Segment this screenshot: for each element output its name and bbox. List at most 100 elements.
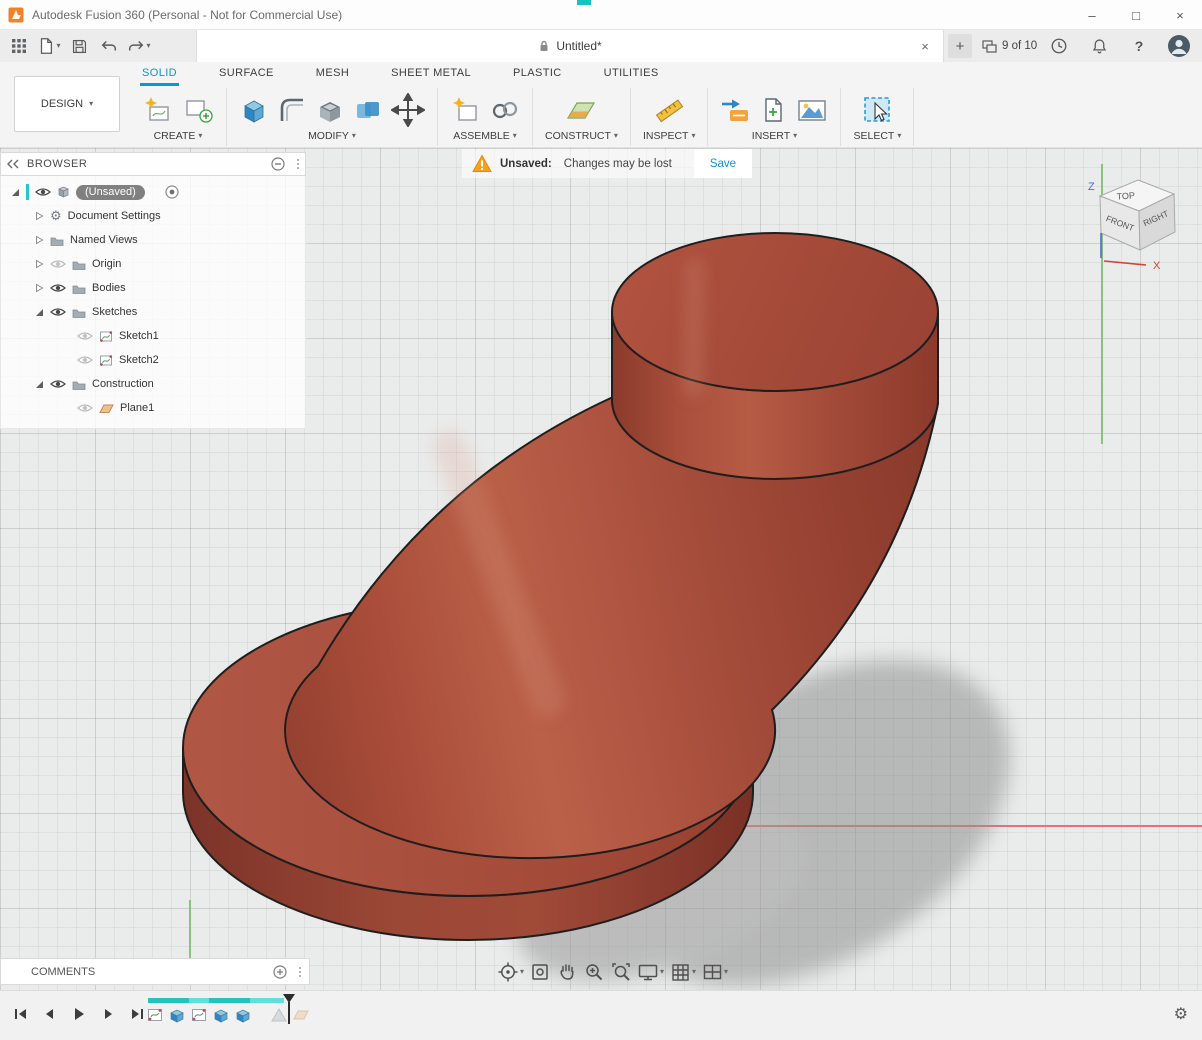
collapsed-arrow-icon[interactable] [35, 235, 44, 245]
user-avatar[interactable] [1166, 33, 1192, 59]
visibility-eye-icon[interactable] [35, 186, 51, 198]
insert-derive-button[interactable] [758, 95, 788, 125]
tab-utilities[interactable]: UTILITIES [602, 62, 661, 86]
app-grid-button[interactable] [6, 33, 32, 59]
undo-button[interactable] [96, 33, 122, 59]
visibility-eye-icon[interactable] [50, 306, 66, 318]
document-tab[interactable]: Untitled* × [196, 30, 944, 62]
browser-item-plane1[interactable]: Plane1 [1, 396, 305, 420]
visibility-eye-icon[interactable] [50, 378, 66, 390]
save-button[interactable]: Save [694, 149, 752, 178]
document-tab-close-button[interactable]: × [917, 38, 933, 54]
collapsed-arrow-icon[interactable] [35, 283, 44, 293]
timeline-settings-button[interactable]: ⚙ [1174, 1004, 1188, 1024]
collapse-all-icon[interactable] [271, 157, 285, 171]
job-status-button[interactable] [1046, 33, 1072, 59]
visibility-eye-off-icon[interactable] [50, 258, 66, 270]
timeline-feature-sketch[interactable] [190, 1006, 207, 1023]
combine-button[interactable] [353, 95, 383, 125]
comments-panel[interactable]: COMMENTS [0, 958, 310, 985]
browser-item-document-root[interactable]: (Unsaved) [1, 180, 305, 204]
select-button[interactable] [861, 95, 893, 125]
go-to-start-button[interactable] [10, 1003, 32, 1025]
shell-button[interactable] [315, 95, 345, 125]
pan-button[interactable] [555, 960, 579, 984]
construct-plane-button[interactable] [564, 95, 598, 125]
create-sketch-button[interactable] [142, 95, 174, 125]
minimize-button[interactable]: – [1070, 0, 1114, 30]
visibility-eye-icon[interactable] [50, 282, 66, 294]
look-at-button[interactable] [528, 960, 552, 984]
new-document-tab-button[interactable]: + [948, 34, 972, 58]
browser-item-sketch1[interactable]: Sketch1 [1, 324, 305, 348]
go-to-end-button[interactable] [126, 1003, 148, 1025]
tab-mesh[interactable]: MESH [314, 62, 351, 86]
move-copy-button[interactable] [391, 93, 425, 127]
viewports-button[interactable]: ▾ [700, 960, 729, 984]
timeline-feature-extrude[interactable] [234, 1006, 251, 1023]
browser-item-sketch2[interactable]: Sketch2 [1, 348, 305, 372]
activate-radio-icon[interactable] [165, 185, 179, 199]
measure-button[interactable] [653, 95, 685, 125]
tab-surface[interactable]: SURFACE [217, 62, 276, 86]
step-back-button[interactable] [39, 1003, 61, 1025]
close-button[interactable]: × [1158, 0, 1202, 30]
zoom-window-button[interactable] [609, 960, 633, 984]
collapsed-arrow-icon[interactable] [35, 259, 44, 269]
file-menu-button[interactable]: ▾ [36, 33, 62, 59]
step-forward-button[interactable] [97, 1003, 119, 1025]
timeline-position-marker[interactable] [283, 994, 295, 1024]
maximize-button[interactable]: □ [1114, 0, 1158, 30]
expanded-arrow-icon[interactable] [35, 308, 44, 317]
zoom-button[interactable] [582, 960, 606, 984]
assemble-menu[interactable]: ASSEMBLE ▾ [453, 130, 517, 142]
expanded-arrow-icon[interactable] [11, 188, 20, 197]
select-menu[interactable]: SELECT ▾ [853, 130, 901, 142]
timeline-feature-extrude[interactable] [168, 1006, 185, 1023]
insert-menu[interactable]: INSERT ▾ [752, 130, 797, 142]
canvas-button[interactable] [796, 95, 828, 125]
modify-menu[interactable]: MODIFY ▾ [308, 130, 356, 142]
browser-item-origin[interactable]: Origin [1, 252, 305, 276]
visibility-eye-off-icon[interactable] [77, 330, 93, 342]
collapse-panel-icon[interactable] [7, 159, 19, 169]
save-file-button[interactable] [66, 33, 92, 59]
tab-sheet-metal[interactable]: SHEET METAL [389, 62, 473, 86]
play-button[interactable] [68, 1003, 90, 1025]
fillet-button[interactable] [277, 95, 307, 125]
timeline-feature-sketch[interactable] [146, 1006, 163, 1023]
orbit-button[interactable]: ▾ [496, 960, 525, 984]
notifications-button[interactable] [1086, 33, 1112, 59]
tab-plastic[interactable]: PLASTIC [511, 62, 564, 86]
joint-button[interactable] [490, 95, 520, 125]
press-pull-button[interactable] [239, 95, 269, 125]
tab-solid[interactable]: SOLID [140, 62, 179, 86]
display-settings-button[interactable]: ▾ [636, 960, 665, 984]
grid-snap-button[interactable]: ▾ [668, 960, 697, 984]
visibility-eye-off-icon[interactable] [77, 402, 93, 414]
timeline-progress-bar[interactable] [148, 998, 284, 1003]
viewport-canvas[interactable]: Unsaved: Changes may be lost Save Z TOP … [0, 148, 1202, 990]
collapsed-arrow-icon[interactable] [35, 211, 44, 221]
timeline-feature-extrude[interactable] [212, 1006, 229, 1023]
browser-item-document-settings[interactable]: ⚙ Document Settings [1, 204, 305, 228]
browser-item-bodies[interactable]: Bodies [1, 276, 305, 300]
help-button[interactable]: ? [1126, 33, 1152, 59]
create-form-button[interactable] [182, 95, 214, 125]
redo-button[interactable]: ▾ [126, 33, 152, 59]
insert-svg-button[interactable] [720, 95, 750, 125]
new-component-button[interactable] [450, 95, 482, 125]
expand-comments-icon[interactable] [273, 965, 287, 979]
view-cube[interactable]: Z TOP FRONT RIGHT X [1060, 164, 1200, 274]
create-menu[interactable]: CREATE ▾ [154, 130, 203, 142]
browser-item-named-views[interactable]: Named Views [1, 228, 305, 252]
cylinder-top-face[interactable] [612, 233, 938, 391]
expanded-arrow-icon[interactable] [35, 380, 44, 389]
browser-item-construction[interactable]: Construction [1, 372, 305, 396]
panel-drag-handle[interactable] [297, 159, 299, 169]
browser-item-sketches[interactable]: Sketches [1, 300, 305, 324]
inspect-menu[interactable]: INSPECT ▾ [643, 130, 696, 142]
visibility-eye-off-icon[interactable] [77, 354, 93, 366]
workspace-switcher[interactable]: DESIGN ▾ [14, 76, 120, 132]
tab-counter[interactable]: 9 of 10 [982, 30, 1037, 62]
